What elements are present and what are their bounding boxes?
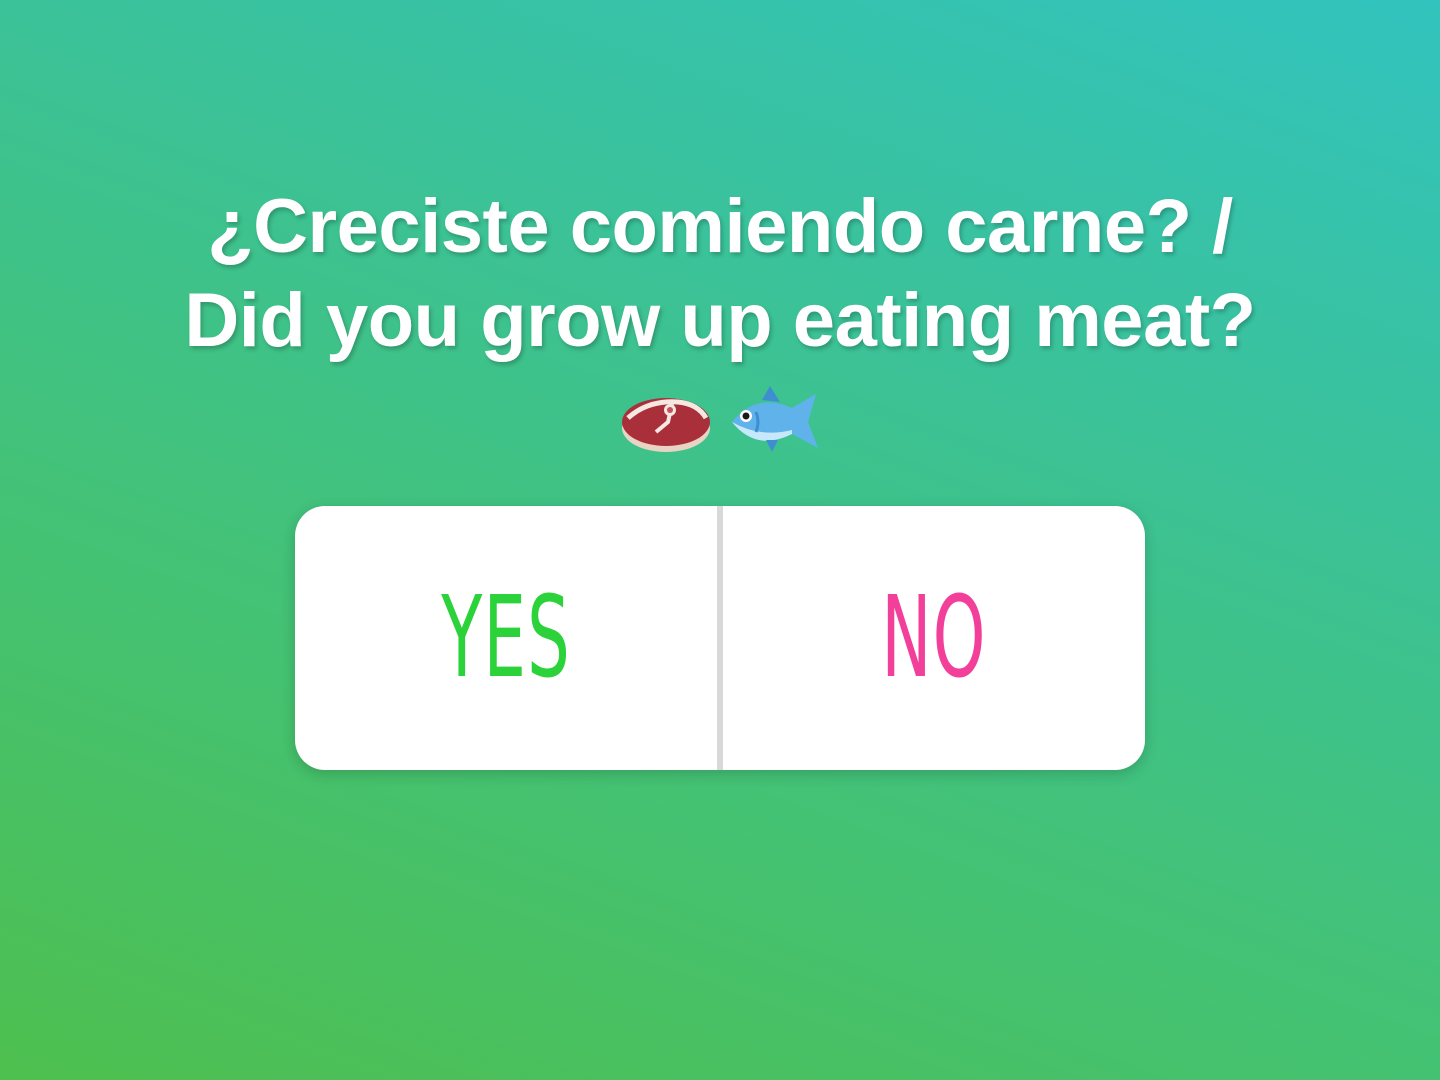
poll-option-yes[interactable]: YES [295, 506, 717, 770]
question-line-english: Did you grow up eating meat? [184, 278, 1256, 363]
emoji-row [0, 378, 1440, 458]
fish-icon [732, 386, 818, 452]
poll-question: ¿Creciste comiendo carne? / Did you grow… [0, 180, 1440, 368]
meat-steak-icon [622, 398, 710, 452]
poll-option-no-label: NO [881, 573, 987, 703]
poll-option-no[interactable]: NO [723, 506, 1145, 770]
poll-option-yes-label: YES [441, 573, 571, 703]
poll-card: YES NO [295, 506, 1145, 770]
question-line-spanish: ¿Creciste comiendo carne? / [207, 184, 1233, 269]
